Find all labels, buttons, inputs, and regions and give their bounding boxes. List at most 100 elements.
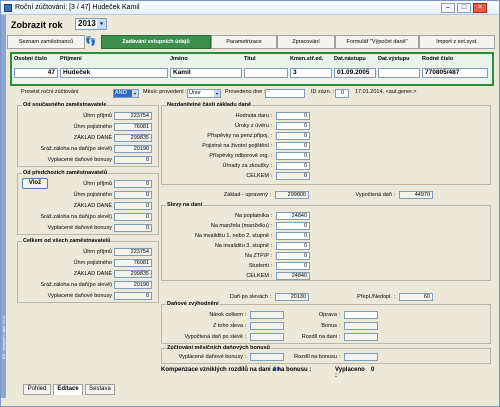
minimize-button[interactable]: – bbox=[441, 3, 455, 13]
left-sidebar: KS - program, spol. s r.o. bbox=[1, 15, 6, 398]
rozdil-bonusu-label: Rozdíl na bonusu : bbox=[294, 354, 340, 360]
predchozi-label-2: Úhrn pojistného bbox=[73, 192, 112, 198]
vendor-text: KS - program, spol. s r.o. bbox=[1, 315, 6, 360]
tab-zadavani[interactable]: Zadávání vstupních údajů bbox=[101, 35, 211, 49]
vystup-value bbox=[378, 68, 420, 78]
tab-pohled[interactable]: Pohled bbox=[23, 384, 51, 395]
nezd-label-5: Příspěvky odborové org. : bbox=[209, 153, 272, 159]
tab-sestava[interactable]: Sestava bbox=[85, 384, 115, 395]
header-jmeno: Jméno bbox=[170, 56, 188, 62]
predchozi-title: Od předchozích zaměstnavatelů bbox=[22, 170, 109, 176]
settings-row: Provést roční zúčtování ANO ▾ Měsíc prov… bbox=[21, 89, 491, 99]
main-tabs: Seznam zaměstnanců Zadávání vstupních úd… bbox=[7, 35, 495, 49]
oprava-value[interactable] bbox=[344, 311, 378, 319]
chevron-down-icon[interactable]: ▾ bbox=[97, 19, 106, 29]
nezd-label-2: Úroky z úvěru : bbox=[235, 123, 272, 129]
nezd-label-4: Pojistné na životní pojištění : bbox=[202, 143, 272, 149]
chevron-down-icon[interactable]: ▾ bbox=[132, 90, 138, 97]
celkem-label-3: ZÁKLAD DANĚ bbox=[73, 271, 112, 277]
mesic-label: Měsíc provedení : bbox=[143, 89, 187, 95]
mesicni-title: Zúčtování měsíčních daňových bonusů bbox=[166, 345, 271, 351]
tab-seznam[interactable]: Seznam zaměstnanců bbox=[7, 35, 85, 49]
provedeno-field[interactable] bbox=[265, 89, 305, 98]
celkem-value-4: 20190 bbox=[114, 281, 152, 289]
slevy-value-3[interactable]: 0 bbox=[276, 232, 310, 240]
slevy-label-6: Studenti : bbox=[248, 263, 272, 269]
footprints-icon: 👣 bbox=[85, 36, 97, 46]
predchozi-value-4: 0 bbox=[114, 213, 152, 221]
celkem-section: Celkem od všech zaměstnavatelů Úhrn příj… bbox=[17, 238, 159, 303]
nezd-value-6[interactable]: 0 bbox=[276, 162, 310, 170]
nezd-value-1[interactable]: 0 bbox=[276, 112, 310, 120]
id-field: 0 bbox=[335, 89, 349, 98]
bonus-value bbox=[344, 322, 378, 330]
slevy-value-5[interactable]: 0 bbox=[276, 252, 310, 260]
slevy-label-5: Na ZTP/P : bbox=[244, 253, 272, 259]
tab-formular[interactable]: Formulář "Výpočet daně" bbox=[335, 35, 419, 49]
zvyhodneni-title: Daňové zvýhodnění bbox=[166, 301, 220, 307]
provest-select[interactable]: ANO ▾ bbox=[113, 89, 139, 98]
vypl-bonusy-label: Vyplácené daňové bonusy : bbox=[178, 354, 246, 360]
z-toho-label: Z toho sleva : bbox=[212, 323, 246, 329]
oprava-label: Oprava : bbox=[318, 312, 340, 318]
year-value: 2013 bbox=[78, 19, 96, 28]
maximize-button[interactable]: □ bbox=[457, 3, 471, 13]
preplnedopl-value: 60 bbox=[399, 293, 433, 301]
predchozi-value-1: 0 bbox=[114, 180, 152, 188]
celkem-value-1: 223754 bbox=[114, 248, 152, 256]
header-nastup: Dat.nástupu bbox=[334, 56, 366, 62]
preplnedopl-label: Přepl./Nedopl. : bbox=[357, 294, 395, 300]
vyplaceno-value: 0 bbox=[371, 367, 375, 373]
nezd-value-2[interactable]: 0 bbox=[276, 122, 310, 130]
tab-zpracovani[interactable]: Zpracování bbox=[277, 35, 335, 49]
predchozi-label-3: ZÁKLAD DANĚ bbox=[73, 203, 112, 209]
celkem-label-1: Úhrn příjmů bbox=[83, 249, 112, 255]
z-toho-value bbox=[250, 322, 284, 330]
slevy-value-6[interactable]: 0 bbox=[276, 262, 310, 270]
tab-parametrizace[interactable]: Parametrizace bbox=[211, 35, 277, 49]
slevy-value-2[interactable]: 0 bbox=[276, 222, 310, 230]
dan-po-slevach-label: Daň po slevách : bbox=[230, 294, 271, 300]
year-label: Zobrazit rok bbox=[11, 20, 63, 30]
soucasny-label-3: ZÁKLAD DANĚ bbox=[73, 135, 112, 141]
predchozi-value-5: 0 bbox=[114, 224, 152, 232]
nezd-value-7: 0 bbox=[276, 172, 310, 180]
kmen-value: 3 bbox=[290, 68, 332, 78]
slevy-title: Slevy na dani bbox=[166, 202, 204, 208]
year-select[interactable]: 2013 ▾ bbox=[75, 18, 107, 30]
narok-value bbox=[250, 311, 284, 319]
close-button[interactable]: × bbox=[473, 3, 487, 13]
jmeno-value: Kamil bbox=[170, 68, 242, 78]
tab-editace[interactable]: Editace bbox=[53, 384, 83, 395]
soucasny-value-2: 76081 bbox=[114, 123, 152, 131]
tab-import[interactable]: Import z ext.syst. bbox=[419, 35, 495, 49]
app-icon bbox=[4, 4, 12, 12]
slevy-label-2: Na manžela (manželku) : bbox=[210, 223, 272, 229]
slevy-label-3: Na invaliditu 1. nebo 2. stupně : bbox=[194, 233, 272, 239]
nezd-value-5[interactable]: 0 bbox=[276, 152, 310, 160]
kompenzace-row: Kompenzace vzniklých rozdílů na dani a n… bbox=[161, 367, 374, 379]
celkem-title: Celkem od všech zaměstnavatelů bbox=[22, 238, 112, 244]
soucasny-value-3: 299835 bbox=[114, 134, 152, 142]
slevy-value-4[interactable]: 0 bbox=[276, 242, 310, 250]
slevy-value-1[interactable]: 24840 bbox=[276, 212, 310, 220]
header-titul: Titul bbox=[244, 56, 256, 62]
vypoctena-label: Vypočtená daň : bbox=[355, 192, 395, 198]
nezd-value-3[interactable]: 0 bbox=[276, 132, 310, 140]
title-bar: Roční zúčtování: [3 / 47] Hudeček Kamil … bbox=[1, 1, 499, 15]
zaklad-label: Základ - upravený : bbox=[223, 192, 271, 198]
nezd-value-4[interactable]: 0 bbox=[276, 142, 310, 150]
mesic-value: Únor bbox=[189, 90, 201, 96]
mesic-select[interactable]: Únor ▾ bbox=[187, 89, 221, 98]
bonus-label: Bonus : bbox=[321, 323, 340, 329]
kompenzace-value: 60 bbox=[273, 367, 280, 373]
celkem-label-2: Úhrn pojistného bbox=[73, 260, 112, 266]
nezdanitelne-title: Nezdanitelné části základu daně bbox=[166, 102, 253, 108]
vypoctena-po-sleve-label: Vypočtená daň po slevě : bbox=[184, 334, 246, 340]
rozdil-label: Rozdíl na dani : bbox=[301, 334, 340, 340]
predchozi-value-2: 0 bbox=[114, 191, 152, 199]
soucasny-title: Od současného zaměstnavatele bbox=[22, 102, 108, 108]
predchozi-label-1: Úhrn příjmů bbox=[83, 181, 112, 187]
soucasny-label-2: Úhrn pojistného bbox=[73, 124, 112, 130]
chevron-down-icon[interactable]: ▾ bbox=[214, 90, 220, 97]
